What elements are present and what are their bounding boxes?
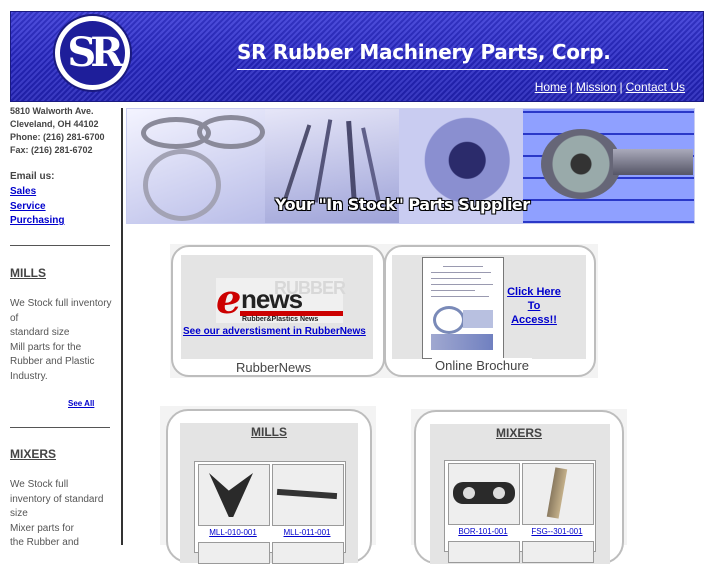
- enews-logo-subtitle: Rubber&Plastics News: [242, 316, 319, 323]
- mixers-grid: BOR-101-001 FSG--301-001: [444, 460, 596, 563]
- hero-banner: Your "In Stock" Parts Supplier: [126, 108, 695, 224]
- brochure-thumbnail[interactable]: [422, 257, 504, 359]
- mills-line: standard size: [10, 327, 70, 338]
- mill-part-image[interactable]: [198, 464, 270, 526]
- mixer-part-image[interactable]: [448, 463, 520, 525]
- mixers-line: the Rubber and: [10, 537, 79, 548]
- nav-separator: |: [619, 80, 623, 94]
- banner-shaft-photo: [523, 109, 694, 223]
- address-fax: Fax: (216) 281-6702: [10, 145, 93, 155]
- mixers-product-box: MIXERS BOR-101-001 FSG--301-001: [411, 409, 627, 564]
- nav-separator: |: [569, 80, 573, 94]
- banner-rings-photo: [127, 109, 265, 223]
- enews-logo-e: e: [216, 276, 242, 323]
- company-name: SR Rubber Machinery Parts, Corp.: [237, 40, 611, 64]
- mills-line: Rubber and Plastic: [10, 356, 95, 367]
- mixers-description: We Stock full inventory of standard size…: [10, 478, 118, 551]
- sidebar-divider: [10, 245, 110, 246]
- mixer-part-image[interactable]: [522, 541, 594, 563]
- mills-see-all-link[interactable]: See All: [68, 399, 94, 408]
- email-heading: Email us:: [10, 171, 55, 182]
- brochure-link-line: To: [527, 300, 541, 312]
- enews-logo[interactable]: RUBBER e news Rubber&Plastics News: [216, 276, 346, 323]
- mills-description: We Stock full inventory of standard size…: [10, 297, 118, 384]
- mills-product-box: MILLS MLL-010-001 MLL-011-001: [160, 406, 376, 564]
- banner-tagline: Your "In Stock" Parts Supplier: [275, 195, 530, 214]
- header-divider: [237, 69, 668, 70]
- mill-part-link[interactable]: MLL-010-001: [197, 528, 269, 537]
- brochure-panel: Click Here To Access!! Online Brochure: [384, 245, 596, 377]
- company-logo[interactable]: SR: [55, 16, 130, 90]
- mixer-part-image[interactable]: [448, 541, 520, 563]
- mills-title-link[interactable]: MILLS: [168, 425, 370, 439]
- sidebar-divider: [10, 427, 110, 428]
- sidebar: 5810 Walworth Ave. Cleveland, OH 44102 P…: [0, 105, 120, 548]
- rubbernews-panel: RUBBER e news Rubber&Plastics News See o…: [171, 245, 385, 377]
- brochure-link-line: Access!!: [511, 314, 557, 326]
- mills-grid: MLL-010-001 MLL-011-001: [194, 461, 346, 564]
- mixers-line: We Stock full: [10, 479, 69, 490]
- mill-part-image[interactable]: [198, 542, 270, 564]
- mixers-line: inventory of standard: [10, 493, 104, 505]
- mixers-line: Mixer parts for: [10, 522, 74, 534]
- mills-line: Mill parts for the: [10, 341, 82, 353]
- column-divider: [121, 108, 123, 545]
- email-purchasing-link[interactable]: Purchasing: [10, 215, 64, 226]
- mills-line: We Stock full inventory: [10, 298, 112, 309]
- nav-mission-link[interactable]: Mission: [576, 80, 617, 94]
- mixers-line: size: [10, 508, 28, 519]
- nav-contact-link[interactable]: Contact Us: [626, 80, 685, 94]
- rubbernews-ad-link[interactable]: See our adverstisment in RubberNews: [183, 326, 366, 337]
- logo-text: SR: [67, 29, 123, 76]
- address-street: 5810 Walworth Ave.: [10, 106, 94, 116]
- top-nav: Home | Mission | Contact Us: [535, 80, 685, 94]
- email-service-link[interactable]: Service: [10, 201, 46, 212]
- brochure-caption: Online Brochure: [432, 358, 532, 373]
- mill-part-link[interactable]: MLL-011-001: [271, 528, 343, 537]
- mixers-frame: MIXERS BOR-101-001 FSG--301-001: [414, 410, 624, 564]
- email-sales-link[interactable]: Sales: [10, 186, 36, 197]
- mills-frame: MILLS MLL-010-001 MLL-011-001: [166, 409, 372, 564]
- mixer-part-link[interactable]: FSG--301-001: [521, 527, 593, 536]
- mixers-title-link[interactable]: MIXERS: [416, 426, 622, 440]
- address-city: Cleveland, OH 44102: [10, 119, 99, 129]
- brochure-link-line: Click Here: [507, 286, 561, 298]
- mill-part-image[interactable]: [272, 542, 344, 564]
- mixer-part-link[interactable]: BOR-101-001: [447, 527, 519, 536]
- brochure-access-link[interactable]: Click Here To Access!!: [506, 285, 562, 327]
- enews-logo-word: news: [241, 284, 303, 314]
- mills-line: Industry.: [10, 370, 48, 382]
- rubbernews-caption: RubberNews: [233, 360, 315, 375]
- site-header: SR SR Rubber Machinery Parts, Corp. Home…: [10, 11, 704, 102]
- features-box: RUBBER e news Rubber&Plastics News See o…: [170, 244, 598, 378]
- nav-home-link[interactable]: Home: [535, 80, 567, 94]
- address-phone: Phone: (216) 281-6700: [10, 132, 105, 142]
- mixers-section-link[interactable]: MIXERS: [10, 447, 56, 461]
- mill-part-image[interactable]: [272, 464, 344, 526]
- mixer-part-image[interactable]: [522, 463, 594, 525]
- mills-section-link[interactable]: MILLS: [10, 266, 46, 280]
- mills-line: of: [10, 312, 19, 324]
